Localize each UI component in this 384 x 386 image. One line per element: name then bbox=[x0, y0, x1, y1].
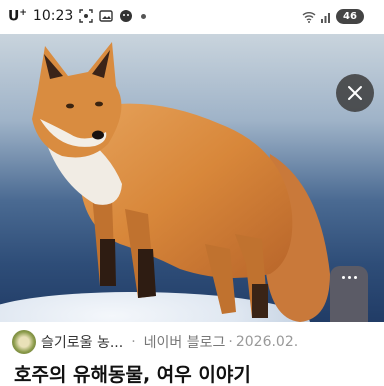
screenshot-icon bbox=[79, 9, 93, 24]
blog-name[interactable]: 슬기로울 농... bbox=[41, 332, 123, 352]
app-notification-icon bbox=[120, 10, 133, 23]
carrier-label: U+ bbox=[8, 8, 27, 25]
post-date: 2026.02. bbox=[235, 334, 299, 350]
separator: · bbox=[131, 334, 136, 350]
battery-indicator: 46 bbox=[336, 9, 364, 24]
clock: 10:23 bbox=[32, 8, 74, 25]
image-icon bbox=[99, 10, 113, 23]
wifi-icon bbox=[302, 11, 316, 23]
close-button[interactable] bbox=[336, 74, 374, 112]
more-icon bbox=[330, 276, 368, 279]
source-row[interactable]: 슬기로울 농... · 네이버 블로그 · 2026.02. bbox=[0, 322, 384, 362]
source-label: 네이버 블로그 bbox=[143, 335, 226, 351]
article-title[interactable]: 호주의 유해동물, 여우 이야기 bbox=[14, 364, 251, 386]
fox-photo[interactable] bbox=[0, 34, 384, 322]
more-options-button[interactable] bbox=[330, 266, 368, 322]
more-notifications-dot bbox=[141, 13, 147, 19]
signal-icon bbox=[321, 12, 330, 23]
fox-illustration bbox=[32, 42, 330, 322]
status-bar: U+ 10:23 46 bbox=[0, 0, 384, 34]
close-icon bbox=[348, 86, 362, 100]
separator-dot: · bbox=[228, 334, 233, 350]
blog-avatar bbox=[12, 330, 36, 354]
